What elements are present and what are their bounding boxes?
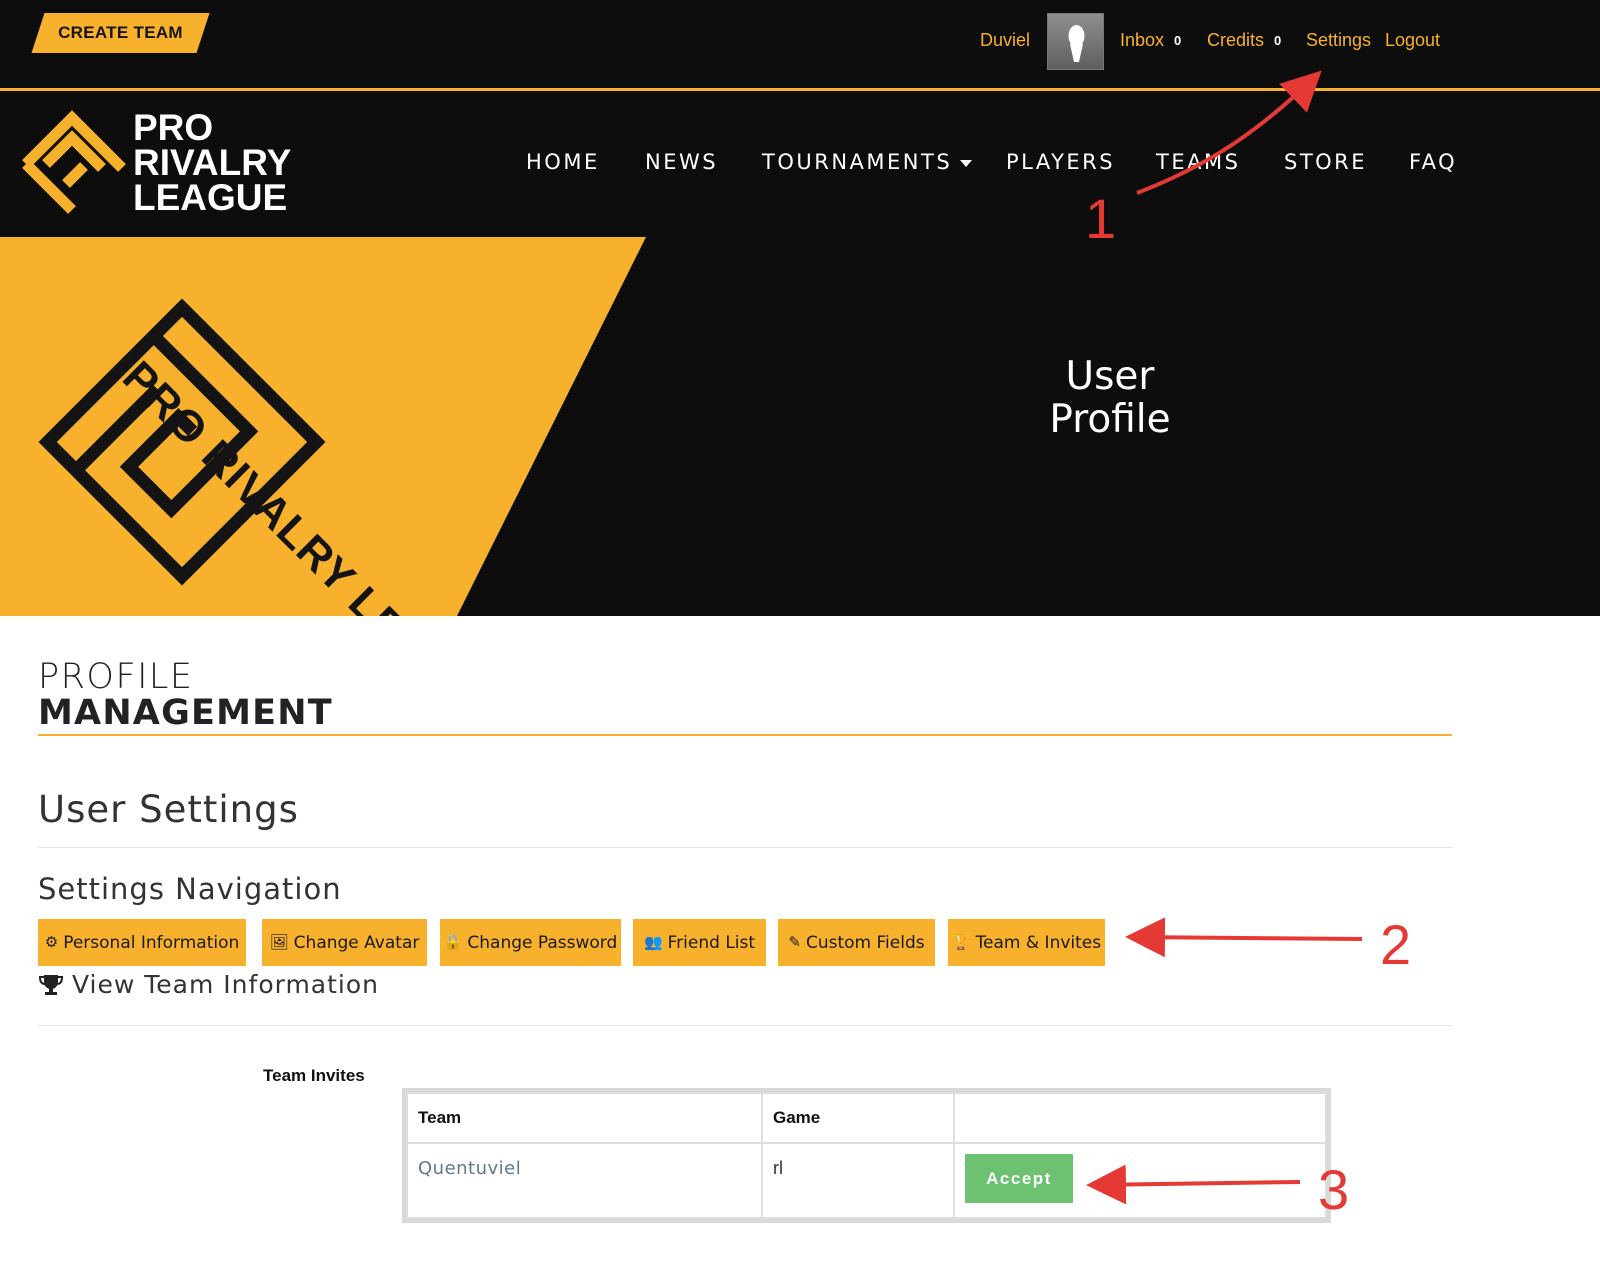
nav-store[interactable]: STORE bbox=[1284, 150, 1367, 174]
create-team-button[interactable]: CREATE TEAM bbox=[31, 13, 210, 53]
section-divider-2 bbox=[38, 1025, 1452, 1026]
nav-players[interactable]: PLAYERS bbox=[1006, 150, 1115, 174]
credits-link[interactable]: Credits 0 bbox=[1207, 0, 1281, 80]
lock-icon: 🔒 bbox=[443, 933, 463, 951]
nav-tournaments[interactable]: TOURNAMENTS bbox=[762, 150, 973, 174]
brand-wordmark[interactable]: PRO RIVALRY LEAGUE bbox=[133, 107, 292, 218]
custom-fields-button[interactable]: ✎ Custom Fields bbox=[778, 919, 935, 966]
gear-icon: ⚙ bbox=[44, 933, 59, 951]
team-name-cell[interactable]: Quentuviel bbox=[406, 1142, 763, 1219]
page-title-line-1: User bbox=[1065, 354, 1155, 399]
view-team-information-label: View Team Information bbox=[72, 970, 380, 999]
settings-link[interactable]: Settings bbox=[1306, 0, 1371, 80]
hero-yellow-panel bbox=[0, 237, 646, 616]
action-cell: Accept bbox=[953, 1142, 1327, 1219]
profile-heading-bold: MANAGEMENT bbox=[38, 693, 333, 733]
brand-line-3: LEAGUE bbox=[133, 177, 288, 218]
chevron-down-icon bbox=[960, 159, 973, 167]
section-divider bbox=[38, 847, 1452, 848]
team-invites-button-label: Team & Invites bbox=[975, 932, 1102, 953]
profile-heading-light: PROFILE bbox=[38, 657, 194, 697]
prl-logo-icon[interactable] bbox=[18, 110, 130, 218]
page-title: User Profile bbox=[1000, 355, 1220, 441]
friend-list-label: Friend List bbox=[667, 932, 756, 953]
heading-divider bbox=[38, 734, 1452, 736]
team-invites-heading: Team Invites bbox=[263, 1066, 365, 1085]
view-team-information-link[interactable]: View Team Information bbox=[38, 970, 379, 999]
pencil-icon: ✎ bbox=[788, 933, 801, 951]
users-icon: 👥 bbox=[643, 933, 663, 951]
team-invites-table: Team Game Quentuviel rl Accept bbox=[402, 1088, 1331, 1223]
nav-news[interactable]: NEWS bbox=[645, 150, 718, 174]
column-header-team: Team bbox=[406, 1092, 763, 1144]
avatar[interactable] bbox=[1047, 13, 1104, 70]
change-password-button[interactable]: 🔒 Change Password bbox=[440, 919, 621, 966]
table-row: Quentuviel rl Accept bbox=[406, 1142, 1327, 1219]
inbox-link[interactable]: Inbox 0 bbox=[1120, 0, 1181, 80]
annotation-number-1: 1 bbox=[1085, 187, 1117, 250]
page-title-line-2: Profile bbox=[1049, 397, 1171, 442]
personal-information-button[interactable]: ⚙ Personal Information bbox=[38, 919, 246, 966]
personal-information-label: Personal Information bbox=[63, 932, 240, 953]
column-header-game: Game bbox=[761, 1092, 955, 1144]
accept-button[interactable]: Accept bbox=[965, 1154, 1073, 1203]
brand-line-2: RIVALRY bbox=[133, 142, 292, 183]
change-password-label: Change Password bbox=[467, 932, 618, 953]
inbox-label: Inbox bbox=[1120, 29, 1165, 50]
credits-count: 0 bbox=[1274, 32, 1282, 48]
nav-faq[interactable]: FAQ bbox=[1409, 150, 1457, 174]
nav-tournaments-label: TOURNAMENTS bbox=[762, 150, 953, 174]
trophy-icon: 🏆 bbox=[951, 933, 971, 951]
column-header-action bbox=[953, 1092, 1327, 1144]
user-silhouette-icon bbox=[1068, 25, 1085, 62]
nav-home[interactable]: HOME bbox=[526, 150, 600, 174]
user-settings-title: User Settings bbox=[38, 788, 299, 831]
custom-fields-label: Custom Fields bbox=[805, 932, 925, 953]
inbox-count: 0 bbox=[1174, 32, 1182, 48]
annotation-number-2: 2 bbox=[1380, 913, 1412, 976]
username-link[interactable]: Duviel bbox=[980, 0, 1030, 80]
settings-navigation-title: Settings Navigation bbox=[38, 872, 342, 906]
team-invites-button[interactable]: 🏆 Team & Invites bbox=[948, 919, 1105, 966]
change-avatar-label: Change Avatar bbox=[293, 932, 420, 953]
picture-icon: 🖼 bbox=[269, 933, 289, 951]
credits-label: Credits bbox=[1207, 29, 1265, 50]
trophy-icon bbox=[38, 974, 64, 995]
annotation-number-3: 3 bbox=[1318, 1158, 1350, 1221]
friend-list-button[interactable]: 👥 Friend List bbox=[633, 919, 766, 966]
hero-banner: PRO RIVALRY LEAGUE bbox=[0, 237, 1600, 616]
nav-teams[interactable]: TEAMS bbox=[1156, 150, 1240, 174]
create-team-label: CREATE TEAM bbox=[58, 23, 183, 42]
annotation-arrow-2 bbox=[1125, 917, 1363, 958]
game-cell: rl bbox=[761, 1142, 955, 1219]
logout-link[interactable]: Logout bbox=[1385, 0, 1440, 80]
table-header-row: Team Game bbox=[406, 1092, 1327, 1144]
change-avatar-button[interactable]: 🖼 Change Avatar bbox=[262, 919, 427, 966]
brand-line-1: PRO bbox=[133, 107, 214, 148]
